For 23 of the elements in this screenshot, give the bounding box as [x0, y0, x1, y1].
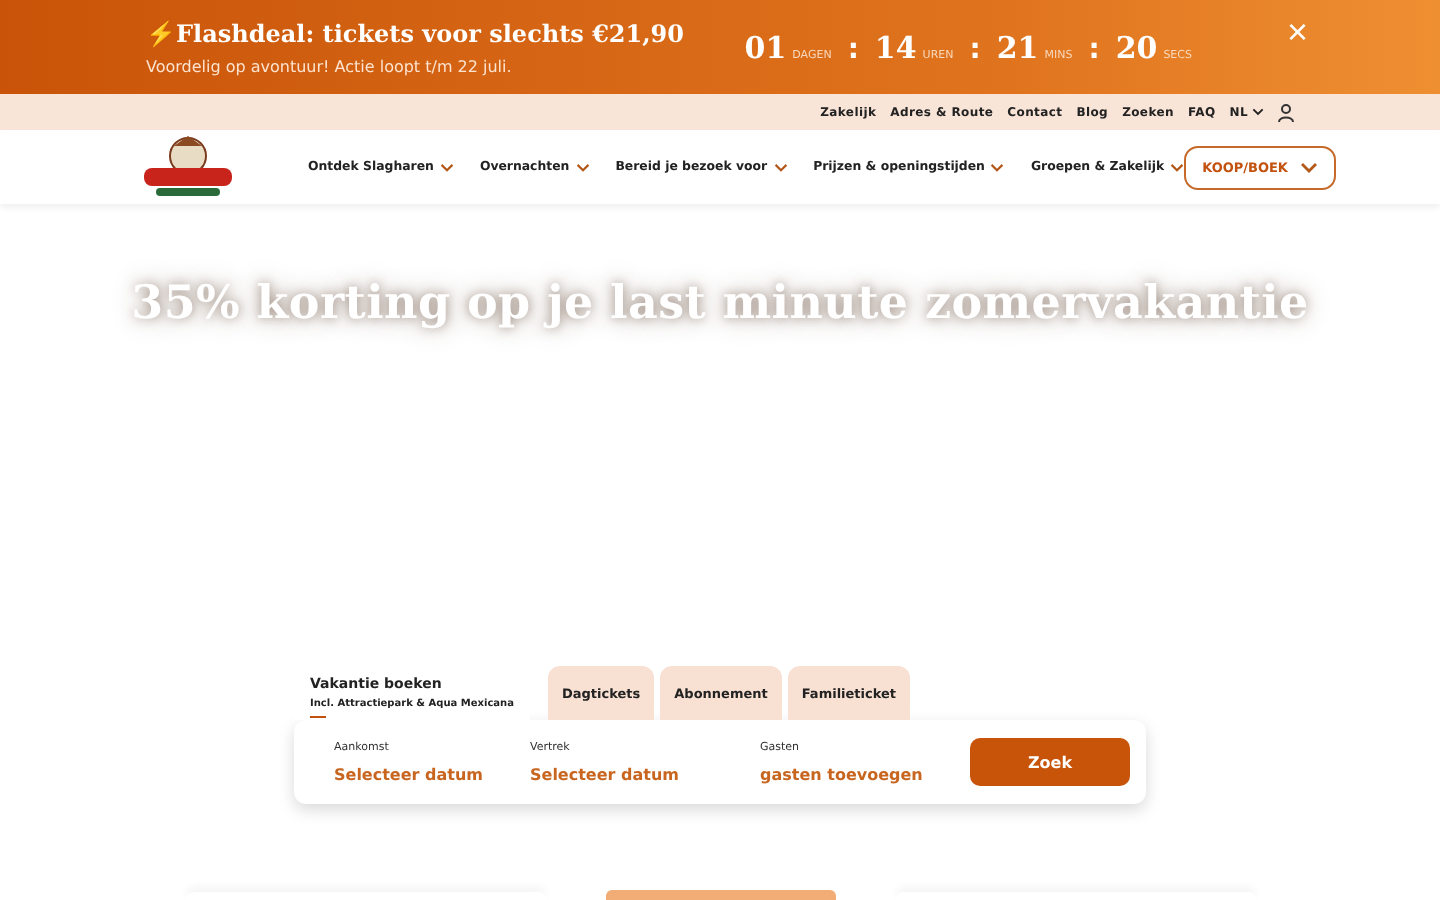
caret-icon [773, 161, 788, 173]
logo-icon[interactable] [140, 133, 236, 201]
search-button[interactable]: Zoek [970, 738, 1130, 786]
promo-subtitle: Voordelig op avontuur! Actie loopt t/m 22 juli. [146, 57, 514, 75]
date-field[interactable]: Selecteer datum [334, 765, 530, 783]
countdown-separator: : [1088, 33, 1100, 65]
promo-title: ⚡Flashdeal: tickets voor slechts €21,90 [146, 19, 686, 47]
countdown-value: 14 [874, 29, 917, 65]
countdown-separator: : [847, 33, 859, 65]
date-field[interactable]: gasten toevoegen [760, 765, 970, 783]
caret-icon [439, 161, 454, 173]
countdown-value: 21 [996, 29, 1039, 65]
countdown-value: 01 [744, 29, 787, 65]
user-icon[interactable] [1278, 103, 1294, 121]
caret-icon [990, 161, 1005, 173]
date-field[interactable]: Selecteer datum [530, 765, 726, 783]
countdown-value: 20 [1115, 29, 1158, 65]
countdown-separator: : [969, 33, 981, 65]
hero-heading: 35% korting op je last minute zomervakantie [131, 276, 1309, 660]
caret-icon [1299, 161, 1318, 173]
caret-icon [1252, 106, 1264, 118]
caret-icon [575, 161, 590, 173]
caret-icon [1170, 161, 1185, 173]
